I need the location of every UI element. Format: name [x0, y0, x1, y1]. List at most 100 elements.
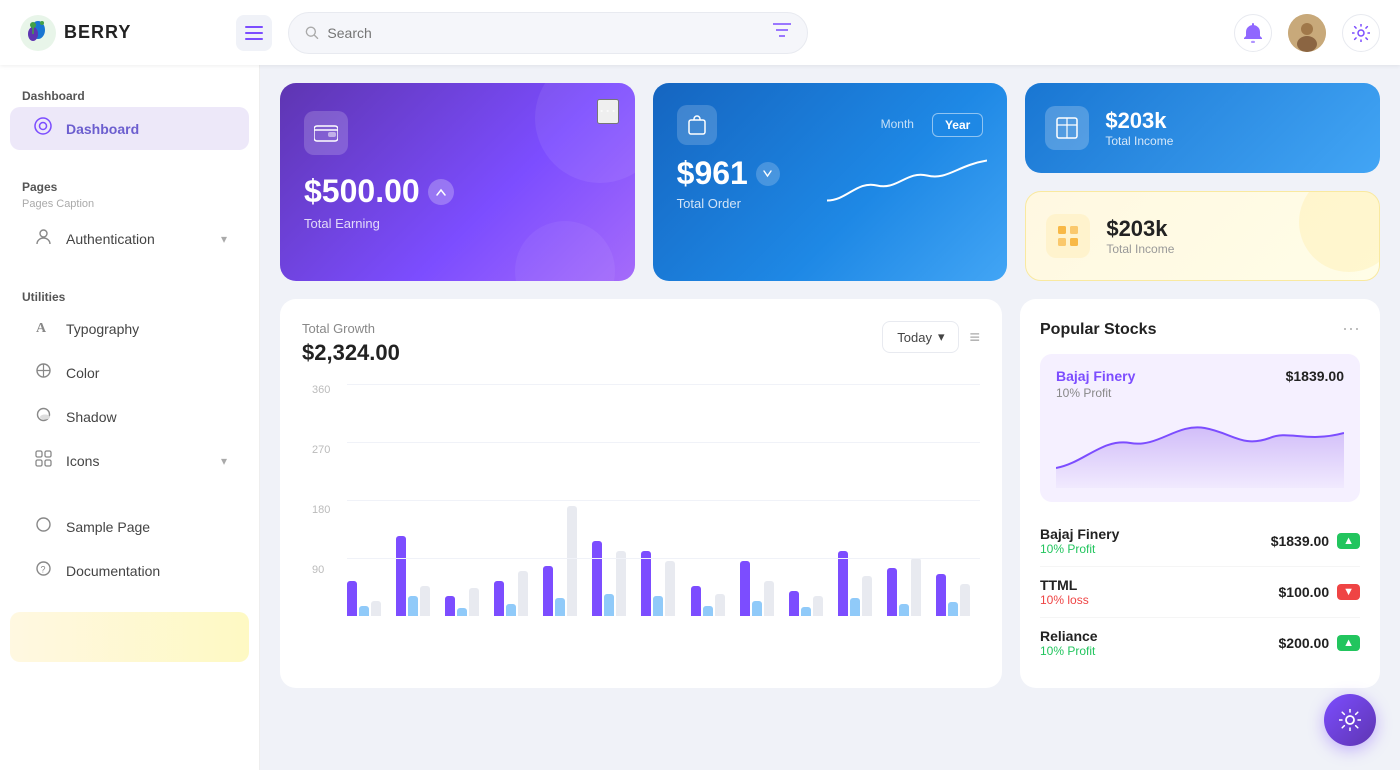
filter-icon [773, 23, 791, 37]
income-yellow-text: $203k Total Income [1106, 216, 1174, 256]
chart-today-button[interactable]: Today ▾ [882, 321, 959, 353]
sidebar-accent-strip [10, 612, 249, 662]
bar-group-7 [641, 551, 685, 616]
card-income-yellow: $203k Total Income [1025, 191, 1380, 281]
search-input[interactable] [327, 25, 765, 41]
featured-stock-info: Bajaj Finery 10% Profit [1056, 368, 1135, 400]
sidebar-item-typography[interactable]: A Typography [10, 308, 249, 350]
card-order-icon [677, 105, 717, 145]
hamburger-button[interactable] [236, 15, 272, 51]
search-filter-button[interactable] [773, 23, 791, 42]
top-cards-row: ⋯ $500.00 Total Earning [280, 83, 1380, 281]
stock-profit-ttml: 10% loss [1040, 593, 1279, 607]
stock-name-bajaj: Bajaj Finery [1040, 526, 1271, 542]
svg-text:A: A [36, 321, 47, 335]
wallet-icon [314, 123, 338, 143]
bar-blue [555, 598, 565, 616]
grid-icon [1056, 224, 1080, 248]
income-blue-text: $203k Total Income [1105, 108, 1173, 148]
stock-price-ttml: $100.00 [1279, 584, 1330, 600]
stock-price-reliance: $200.00 [1279, 635, 1330, 651]
fab-icon [1339, 709, 1361, 731]
stock-name-reliance: Reliance [1040, 628, 1279, 644]
bar-blue [604, 594, 614, 616]
bar-group-13 [936, 574, 980, 616]
avatar-image [1288, 14, 1326, 52]
stock-badge-ttml: ▼ [1337, 584, 1360, 600]
fab-button[interactable] [1324, 694, 1376, 746]
chart-title-group: Total Growth $2,324.00 [302, 321, 400, 366]
color-icon [32, 362, 54, 384]
bar-blue [457, 608, 467, 616]
notification-button[interactable] [1234, 14, 1272, 52]
bar-light [764, 581, 774, 616]
sidebar-item-sample-page[interactable]: Sample Page [10, 506, 249, 548]
main-layout: Dashboard Dashboard Pages Pages Caption … [0, 65, 1400, 770]
bar-group-1 [347, 581, 391, 616]
main-content: ⋯ $500.00 Total Earning [260, 65, 1400, 770]
income-blue-icon [1045, 106, 1089, 150]
bar-light [518, 571, 528, 616]
search-bar [288, 12, 808, 54]
bar-group-8 [691, 586, 735, 616]
chevron-down-icon: ▾ [938, 329, 945, 345]
sidebar: Dashboard Dashboard Pages Pages Caption … [0, 65, 260, 770]
y-axis: 360 270 180 90 [302, 384, 347, 624]
icons-sidebar-icon [32, 450, 54, 472]
featured-stock-profit: 10% Profit [1056, 386, 1135, 400]
bar-blue [506, 604, 516, 616]
sidebar-item-authentication[interactable]: Authentication ▾ [10, 218, 249, 260]
sidebar-item-dashboard[interactable]: Dashboard [10, 107, 249, 150]
bars-container [347, 384, 980, 624]
documentation-icon: ? [32, 560, 54, 582]
bar-light [911, 558, 921, 616]
bar-purple [936, 574, 946, 616]
sidebar-item-documentation[interactable]: ? Documentation [10, 550, 249, 592]
bar-blue [752, 601, 762, 616]
auth-chevron: ▾ [221, 232, 227, 246]
earning-trend-badge [428, 179, 454, 205]
sidebar-item-shadow-label: Shadow [66, 409, 117, 425]
bar-chart-area: 360 270 180 90 [302, 384, 980, 624]
typography-icon: A [32, 318, 54, 340]
sidebar-item-sample-label: Sample Page [66, 519, 150, 535]
utilities-section-label: Utilities [0, 284, 259, 306]
stock-badge-bajaj: ▲ [1337, 533, 1360, 549]
bar-blue [703, 606, 713, 616]
stock-item-bajaj: Bajaj Finery 10% Profit $1839.00 ▲ [1040, 516, 1360, 567]
bell-icon [1244, 23, 1262, 43]
stock-list: Bajaj Finery 10% Profit $1839.00 ▲ TTML … [1040, 516, 1360, 668]
auth-icon [32, 228, 54, 250]
featured-stock-name: Bajaj Finery [1056, 368, 1135, 384]
bar-chart-wrapper: 360 270 180 90 [302, 384, 980, 624]
tab-month[interactable]: Month [869, 113, 926, 137]
bar-purple [887, 568, 897, 616]
card-total-earning: ⋯ $500.00 Total Earning [280, 83, 635, 281]
bar-light [371, 601, 381, 616]
logo-text: BERRY [64, 22, 131, 43]
stocks-menu-button[interactable]: ⋯ [1342, 319, 1360, 340]
sidebar-item-icons[interactable]: Icons ▾ [10, 440, 249, 482]
tab-year[interactable]: Year [932, 113, 983, 137]
income-blue-amount: $203k [1105, 108, 1173, 134]
y-label-90: 90 [312, 564, 337, 576]
order-chart [827, 151, 987, 221]
avatar[interactable] [1288, 14, 1326, 52]
header: BERRY [0, 0, 1400, 65]
bar-purple [347, 581, 357, 616]
sidebar-item-color[interactable]: Color [10, 352, 249, 394]
bar-group-9 [740, 561, 784, 616]
stocks-title: Popular Stocks [1040, 321, 1156, 339]
bar-purple [641, 551, 651, 616]
header-settings-button[interactable] [1342, 14, 1380, 52]
card-earning-menu[interactable]: ⋯ [597, 99, 619, 124]
bar-light [813, 596, 823, 616]
chart-menu-icon[interactable]: ≡ [969, 327, 980, 348]
sidebar-item-shadow[interactable]: Shadow [10, 396, 249, 438]
bar-purple [691, 586, 701, 616]
stock-profit-reliance: 10% Profit [1040, 644, 1279, 658]
bar-blue [359, 606, 369, 616]
bar-blue [653, 596, 663, 616]
main-row: Total Growth $2,324.00 Today ▾ ≡ [280, 299, 1380, 688]
stock-name-ttml: TTML [1040, 577, 1279, 593]
